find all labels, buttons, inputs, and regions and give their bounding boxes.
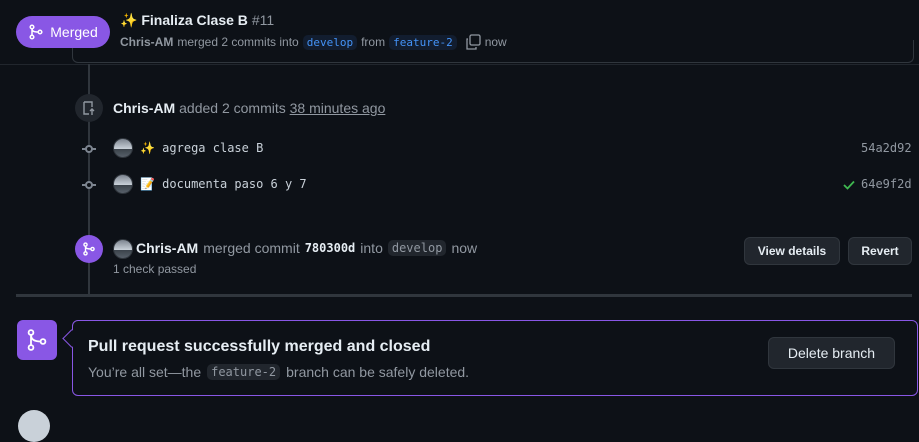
merged-status-badge: Merged	[16, 16, 110, 48]
pr-from-text: from	[361, 35, 386, 49]
avatar	[18, 410, 50, 442]
git-merge-icon	[17, 320, 57, 360]
pr-subtitle: Chris-AM merged 2 commits into develop f…	[120, 34, 507, 50]
merge-event-action: merged commit	[203, 240, 300, 256]
commits-added-event: Chris-AM added 2 commits 38 minutes ago	[113, 100, 385, 116]
merge-commit-sha-link[interactable]: 780300d	[305, 241, 356, 255]
commit-node-icon	[85, 145, 93, 153]
merged-badge-label: Merged	[50, 24, 98, 40]
pr-time: now	[484, 35, 507, 49]
avatar[interactable]	[113, 174, 133, 194]
head-branch-label[interactable]: feature-2	[389, 34, 457, 50]
deletable-branch-label[interactable]: feature-2	[207, 364, 281, 380]
repo-push-icon	[75, 94, 103, 122]
commit-message-link[interactable]: ✨ agrega clase B	[140, 141, 263, 155]
commit-sha-link[interactable]: 54a2d92	[861, 141, 912, 155]
merge-desc-after: branch can be safely deleted.	[286, 364, 470, 380]
pr-title-text: ✨ Finaliza Clase B	[120, 12, 248, 28]
delete-branch-button[interactable]: Delete branch	[768, 337, 895, 369]
revert-button[interactable]: Revert	[848, 237, 912, 265]
check-icon[interactable]	[842, 178, 856, 192]
pr-author-link[interactable]: Chris-AM	[120, 35, 173, 49]
avatar[interactable]	[113, 138, 133, 158]
commits-event-author[interactable]: Chris-AM	[113, 100, 175, 116]
avatar[interactable]	[113, 239, 133, 259]
copy-branch-icon[interactable]	[465, 34, 481, 50]
commit-message-link[interactable]: 📝 documenta paso 6 y 7	[140, 177, 307, 191]
timeline-divider	[16, 294, 912, 297]
git-merge-icon	[75, 235, 103, 263]
git-merge-icon	[29, 24, 43, 40]
view-details-button[interactable]: View details	[744, 237, 840, 265]
merge-event-author[interactable]: Chris-AM	[136, 240, 198, 256]
merge-event-into: into	[360, 240, 383, 256]
checks-status-text: 1 check passed	[113, 262, 197, 276]
merge-desc-before: You’re all set—the	[88, 364, 202, 380]
merge-event: Chris-AM merged commit 780300d into deve…	[136, 240, 477, 256]
base-branch-label[interactable]: develop	[302, 34, 358, 50]
merge-event-time: now	[451, 240, 478, 256]
commits-event-action: added 2 commits	[179, 100, 286, 116]
merge-target-branch-label[interactable]: develop	[387, 240, 447, 256]
commit-sha-link[interactable]: 64e9f2d	[861, 177, 912, 191]
merge-status-description: You’re all set—the feature-2 branch can …	[88, 364, 469, 380]
pr-number: #11	[251, 12, 275, 28]
merge-status-title: Pull request successfully merged and clo…	[88, 338, 431, 355]
pr-merged-text: merged 2 commits into	[177, 35, 299, 49]
commits-event-time-link[interactable]: 38 minutes ago	[290, 100, 386, 116]
commit-node-icon	[85, 181, 93, 189]
pr-title: ✨ Finaliza Clase B #11	[120, 12, 274, 29]
